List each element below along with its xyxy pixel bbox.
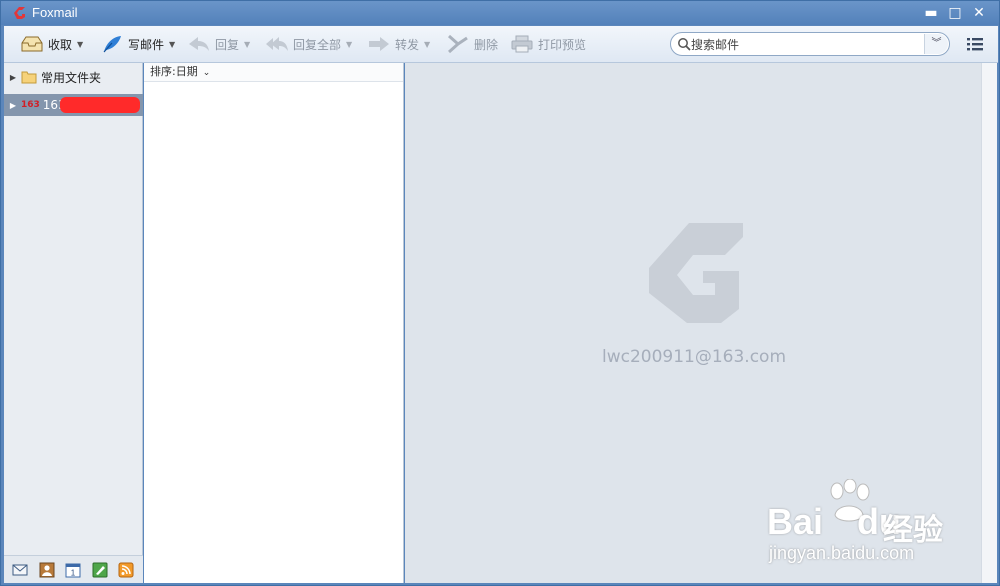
baidu-url-text: jingyan.baidu.com xyxy=(769,543,915,563)
folder-account-163[interactable]: ▶ 163 163 xyxy=(4,94,143,116)
inbox-tray-icon xyxy=(21,36,43,52)
reply-all-dropdown-icon[interactable]: ▼ xyxy=(346,40,352,49)
minimize-button[interactable]: ▬ xyxy=(920,3,942,23)
forward-arrow-icon xyxy=(369,37,389,51)
print-preview-button[interactable]: 打印预览 xyxy=(510,33,586,55)
toolbar: 收取 ▼ 写邮件 ▼ 回复 ▼ 回复全部 ▼ 转发 ▼ 删除 打印预览 搜索邮件… xyxy=(4,26,998,63)
folder-pane: ▶ 常用文件夹 ▶ 163 163 1 xyxy=(4,63,143,583)
delete-label: 删除 xyxy=(474,37,499,52)
svg-text:1: 1 xyxy=(71,569,76,578)
foxmail-logo-icon xyxy=(14,7,25,19)
contacts-icon[interactable] xyxy=(39,562,55,578)
notes-icon[interactable] xyxy=(92,562,108,578)
main-menu-icon[interactable] xyxy=(966,35,984,53)
mail-list-pane: 排序:日期 ⌄ xyxy=(144,63,404,583)
reply-dropdown-icon[interactable]: ▼ xyxy=(244,40,250,49)
search-options-dropdown-icon[interactable]: ︾ xyxy=(924,34,948,54)
compose-button[interactable]: 写邮件 ▼ xyxy=(100,33,175,55)
window-title: Foxmail xyxy=(32,5,78,20)
delete-button[interactable]: 删除 xyxy=(446,33,498,55)
close-button[interactable]: ✕ xyxy=(968,3,990,23)
folder-common-label: 常用文件夹 xyxy=(41,70,102,85)
forward-button[interactable]: 转发 ▼ xyxy=(367,33,430,55)
receive-label: 收取 xyxy=(48,37,73,52)
calendar-icon[interactable]: 1 xyxy=(65,562,81,578)
bottom-module-bar: 1 xyxy=(4,555,143,583)
sort-bar[interactable]: 排序:日期 ⌄ xyxy=(144,63,403,82)
reply-button[interactable]: 回复 ▼ xyxy=(187,33,250,55)
expand-arrow-icon[interactable]: ▶ xyxy=(7,73,19,82)
maximize-button[interactable]: □ xyxy=(944,3,966,23)
forward-label: 转发 xyxy=(395,37,420,52)
title-bar: Foxmail ▬ □ ✕ xyxy=(1,1,999,25)
sort-label: 排序:日期 xyxy=(150,65,198,78)
account-email: lwc200911@163.com xyxy=(601,347,787,367)
reply-all-label: 回复全部 xyxy=(293,37,342,52)
compose-dropdown-icon[interactable]: ▼ xyxy=(169,40,175,49)
quill-pen-icon xyxy=(103,36,121,53)
forward-dropdown-icon[interactable]: ▼ xyxy=(424,40,430,49)
mail-icon[interactable] xyxy=(12,562,28,578)
baidu-brand-text: Bai du xyxy=(767,501,902,542)
print-preview-label: 打印预览 xyxy=(538,37,587,52)
foxmail-watermark-icon xyxy=(649,223,743,323)
sort-dropdown-icon[interactable]: ⌄ xyxy=(203,68,211,78)
search-icon xyxy=(678,38,691,51)
reply-all-button[interactable]: 回复全部 ▼ xyxy=(265,33,352,55)
search-input[interactable] xyxy=(691,36,921,53)
foxmail-window: Foxmail ▬ □ ✕ 收取 ▼ 写邮件 ▼ 回复 ▼ 回复全部 ▼ 转发 … xyxy=(0,0,1000,586)
reply-all-arrow-icon xyxy=(266,37,288,51)
receive-dropdown-icon[interactable]: ▼ xyxy=(77,40,83,49)
rss-icon[interactable] xyxy=(118,562,134,578)
baidu-jingyan-watermark: Bai du 经验 jingyan.baidu.com xyxy=(767,479,997,569)
redaction-mark xyxy=(60,97,140,113)
folder-icon xyxy=(21,71,37,84)
mail-163-badge-icon: 163 xyxy=(21,100,40,110)
expand-arrow-icon[interactable]: ▶ xyxy=(7,101,19,110)
receive-button[interactable]: 收取 ▼ xyxy=(20,33,83,55)
reply-arrow-icon xyxy=(189,37,209,51)
delete-icon xyxy=(448,34,468,54)
compose-label: 写邮件 xyxy=(128,37,165,52)
search-box: ︾ xyxy=(670,32,950,56)
reply-label: 回复 xyxy=(215,37,240,52)
folder-common[interactable]: ▶ 常用文件夹 xyxy=(4,66,143,88)
printer-icon xyxy=(511,35,533,53)
